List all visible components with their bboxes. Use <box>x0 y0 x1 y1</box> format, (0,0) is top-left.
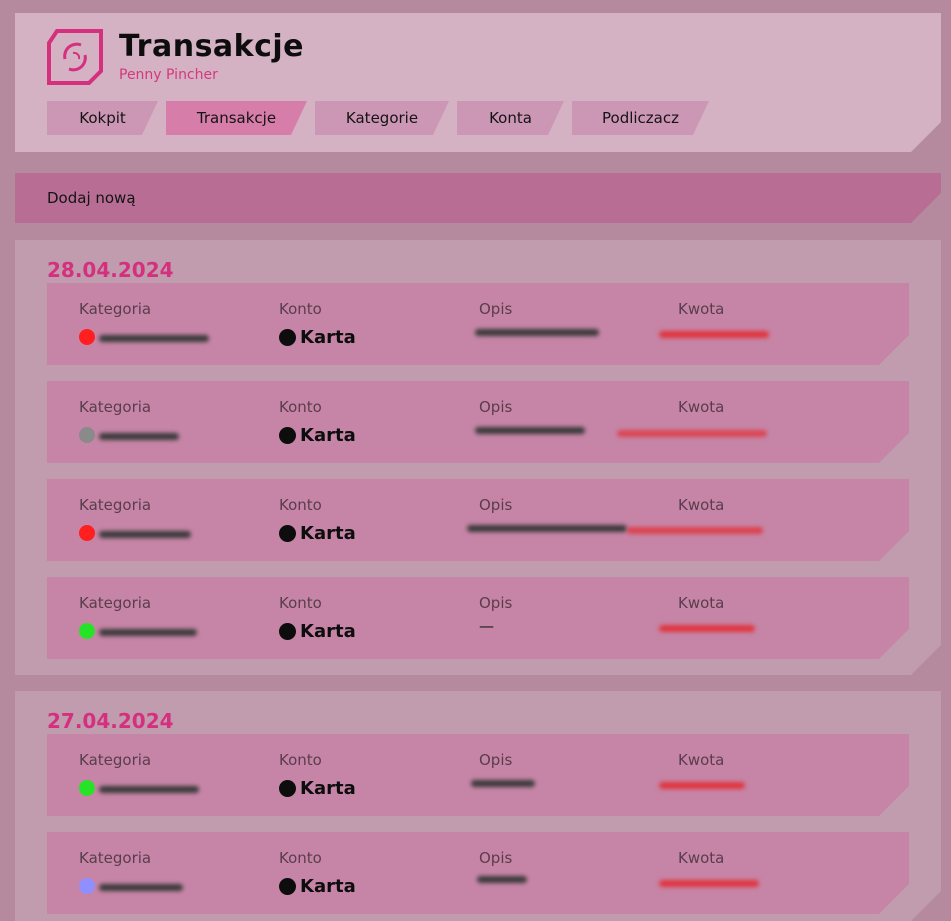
add-new-label: Dodaj nową <box>47 189 136 207</box>
account-label: Konto <box>279 751 322 769</box>
account-label: Konto <box>279 300 322 318</box>
nav-transakcje[interactable]: Transakcje <box>166 101 307 135</box>
category-color-dot <box>79 878 95 894</box>
nav-kokpit[interactable]: Kokpit <box>47 101 158 135</box>
description-redacted <box>475 427 585 434</box>
transaction-row[interactable]: Kategoria Konto Opis Kwota Karta <box>47 283 909 365</box>
description-redacted <box>471 780 535 787</box>
amount-label: Kwota <box>678 751 725 769</box>
account-color-dot <box>279 780 296 797</box>
nav-konta[interactable]: Konta <box>457 101 564 135</box>
category-name-redacted <box>99 786 199 793</box>
account-name: Karta <box>300 621 356 642</box>
category-color-dot <box>79 427 95 443</box>
amount-redacted <box>659 880 759 887</box>
nav-label: Kategorie <box>345 109 419 127</box>
description-label: Opis <box>479 496 513 514</box>
amount-redacted <box>659 625 755 632</box>
category-label: Kategoria <box>79 849 152 867</box>
account-name: Karta <box>300 327 356 348</box>
account-name: Karta <box>300 876 356 897</box>
category-label: Kategoria <box>79 496 152 514</box>
category-label: Kategoria <box>79 398 152 416</box>
account-name: Karta <box>300 425 356 446</box>
amount-label: Kwota <box>678 849 725 867</box>
transaction-row[interactable]: Kategoria Konto Opis Kwota Karta <box>47 734 909 816</box>
description-redacted <box>467 525 627 532</box>
account-color-dot <box>279 525 296 542</box>
amount-label: Kwota <box>678 398 725 416</box>
description-label: Opis <box>479 849 513 867</box>
category-label: Kategoria <box>79 300 152 318</box>
category-color-dot <box>79 780 95 796</box>
transaction-row[interactable]: Kategoria Konto Opis Kwota Karta <box>47 381 909 463</box>
account-color-dot <box>279 427 296 444</box>
amount-label: Kwota <box>678 594 725 612</box>
day-group: 28.04.2024 Kategoria Konto Opis Kwota Ka… <box>15 240 941 675</box>
category-label: Kategoria <box>79 594 152 612</box>
description-label: Opis <box>479 398 513 416</box>
description-label: Opis <box>479 751 513 769</box>
category-color-dot <box>79 329 95 345</box>
account-name: Karta <box>300 523 356 544</box>
nav-podliczacz[interactable]: Podliczacz <box>572 101 709 135</box>
account-color-dot <box>279 329 296 346</box>
account-label: Konto <box>279 594 322 612</box>
nav-label: Podliczacz <box>602 109 679 127</box>
account-color-dot <box>279 623 296 640</box>
day-date: 27.04.2024 <box>47 709 174 733</box>
amount-redacted <box>659 782 745 789</box>
day-date: 28.04.2024 <box>47 258 174 282</box>
nav-kategorie[interactable]: Kategorie <box>315 101 449 135</box>
description-label: Opis <box>479 300 513 318</box>
description-redacted <box>475 329 599 336</box>
transaction-row[interactable]: Kategoria Konto Opis Kwota Karta <box>47 832 909 914</box>
amount-redacted <box>659 331 769 338</box>
category-name-redacted <box>99 433 179 440</box>
nav-label: Kokpit <box>79 109 126 127</box>
nav-label: Transakcje <box>196 109 277 127</box>
nav-label: Konta <box>489 109 532 127</box>
add-new-button[interactable]: Dodaj nową <box>15 173 941 223</box>
app-logo-icon <box>47 29 103 85</box>
page-title: Transakcje <box>119 29 305 64</box>
category-color-dot <box>79 623 95 639</box>
account-name: Karta <box>300 778 356 799</box>
account-label: Konto <box>279 496 322 514</box>
description-value: — <box>479 617 494 635</box>
category-label: Kategoria <box>79 751 152 769</box>
category-color-dot <box>79 525 95 541</box>
category-name-redacted <box>99 335 209 342</box>
description-label: Opis <box>479 594 513 612</box>
account-label: Konto <box>279 398 322 416</box>
amount-redacted <box>627 527 763 534</box>
app-header: Transakcje Penny Pincher Kokpit Transakc… <box>15 13 941 152</box>
description-redacted <box>477 876 527 883</box>
amount-label: Kwota <box>678 300 725 318</box>
category-name-redacted <box>99 629 197 636</box>
category-name-redacted <box>99 884 183 891</box>
amount-redacted <box>617 430 767 437</box>
transaction-row[interactable]: Kategoria Konto Opis Kwota Karta — <box>47 577 909 659</box>
day-group: 27.04.2024 Kategoria Konto Opis Kwota Ka… <box>15 691 941 921</box>
transaction-row[interactable]: Kategoria Konto Opis Kwota Karta <box>47 479 909 561</box>
account-label: Konto <box>279 849 322 867</box>
amount-label: Kwota <box>678 496 725 514</box>
account-color-dot <box>279 878 296 895</box>
category-name-redacted <box>99 531 191 538</box>
app-subtitle: Penny Pincher <box>119 67 218 83</box>
